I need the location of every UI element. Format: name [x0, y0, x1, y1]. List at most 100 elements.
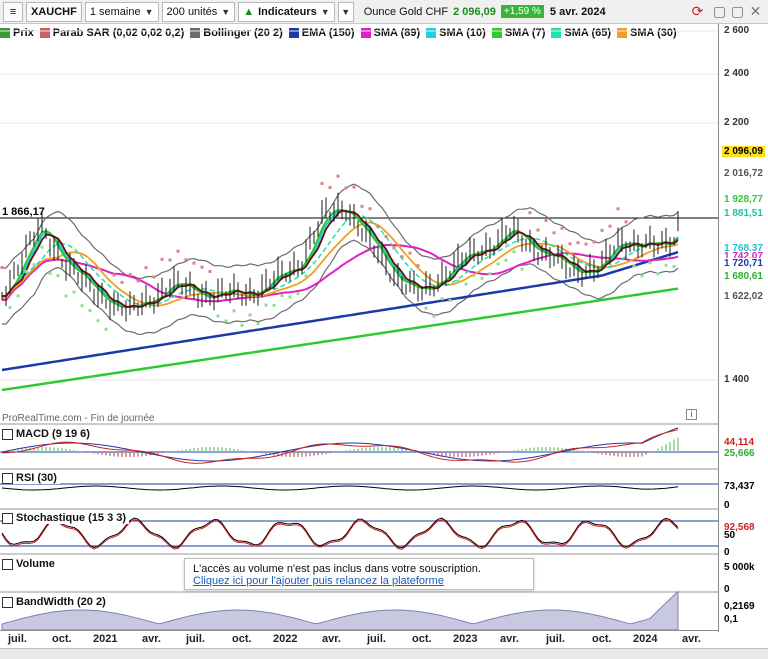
price-label: 2 096,09 — [722, 146, 765, 157]
sar-dot — [408, 251, 412, 255]
sar-dot — [192, 261, 196, 265]
time-tick: juil. — [186, 633, 205, 645]
panel-axis-value: 0 — [724, 500, 730, 511]
panel-axis-value: 25,666 — [724, 448, 755, 459]
time-tick: 2023 — [453, 633, 478, 645]
sar-dot — [72, 290, 76, 294]
sar-dot — [384, 235, 388, 239]
sar-dot — [552, 231, 556, 235]
volume-panel-title[interactable]: Volume — [2, 558, 58, 570]
sar-dot — [528, 211, 532, 215]
macd-title-text: MACD (9 19 6) — [16, 428, 90, 440]
time-axis[interactable]: juil. oct. 2021 avr. juil. oct. 2022 avr. juil. o… — [0, 630, 718, 646]
panel-axis-value: 5 000k — [724, 562, 755, 573]
sar-dot — [120, 280, 124, 284]
sar-dot — [136, 279, 140, 283]
sar-dot — [592, 240, 596, 244]
sar-dot — [352, 185, 356, 189]
sar-dot — [328, 186, 332, 190]
sar-dot — [240, 323, 244, 327]
price-label: 1 720,71 — [722, 258, 765, 270]
sar-dot — [104, 327, 108, 331]
time-tick: avr. — [500, 633, 519, 645]
sar-dot — [160, 257, 164, 261]
sar-dot — [256, 322, 260, 326]
panel-icon — [2, 596, 13, 608]
sar-dot — [168, 258, 172, 262]
rsi-line — [1, 485, 679, 491]
sar-dot — [488, 272, 492, 276]
time-tick: avr. — [142, 633, 161, 645]
time-tick: juil. — [546, 633, 565, 645]
panel-icon — [2, 428, 13, 440]
sar-dot — [208, 269, 212, 273]
bottom-toolbar — [0, 648, 768, 659]
sar-dot — [424, 306, 428, 310]
sar-dot — [472, 273, 476, 277]
sar-dot — [152, 275, 156, 279]
sar-dot — [360, 204, 364, 208]
sar-dot — [616, 207, 620, 211]
bandwidth-title-text: BandWidth (20 2) — [16, 596, 106, 608]
panel-axis-value: 0 — [724, 547, 730, 558]
sar-dot — [96, 319, 100, 323]
stoch-title-text: Stochastique (15 3 3) — [16, 512, 127, 524]
sar-dot — [296, 292, 300, 296]
sar-dot — [16, 294, 20, 298]
sar-dot — [600, 228, 604, 232]
stoch-panel-title[interactable]: Stochastique (15 3 3) — [2, 512, 130, 524]
sma-long-line — [1, 287, 679, 392]
sar-dot — [416, 264, 420, 268]
sar-dot — [464, 282, 468, 286]
panel-axis-value: 73,437 — [724, 481, 755, 492]
sar-dot — [400, 255, 404, 259]
price-axis[interactable]: 2 600 2 400 2 200 1 400 2 096,09 2 016,72 1 92… — [718, 24, 768, 632]
stoch-d-line — [1, 519, 679, 550]
macd-signal-line — [1, 429, 679, 464]
sar-dot — [560, 226, 564, 230]
time-tick: 2022 — [273, 633, 298, 645]
notice-link[interactable]: Cliquez ici pour l'ajouter puis relancez… — [193, 575, 525, 587]
sar-dot — [456, 279, 460, 283]
sar-dot — [224, 319, 228, 323]
panel-icon — [2, 512, 13, 524]
sar-dot — [248, 313, 252, 317]
price-tick: 1 400 — [724, 374, 750, 385]
sar-dot — [200, 265, 204, 269]
macd-panel-title[interactable]: MACD (9 19 6) — [2, 428, 93, 440]
sar-dot — [568, 242, 572, 246]
sar-dot — [504, 258, 508, 262]
sar-dot — [0, 266, 4, 269]
time-tick: 2024 — [633, 633, 658, 645]
sar-dot — [56, 274, 60, 278]
panel-axis-value: 0 — [724, 584, 730, 595]
close-icon[interactable]: ✕ — [748, 4, 763, 19]
sar-dot — [624, 220, 628, 224]
sar-dot — [480, 276, 484, 280]
sar-dot — [128, 273, 132, 277]
maximize-icon[interactable]: ▢ — [730, 4, 745, 19]
sar-dot — [144, 266, 148, 270]
sar-dot — [344, 186, 348, 190]
chart-window: ≡ XAUCHF 1 semaine ▼ 200 unités ▼ ▲ Indi… — [0, 0, 768, 659]
sar-dot — [368, 207, 372, 211]
price-chart[interactable]: 1 866,17 — [0, 0, 718, 632]
sar-dot — [512, 250, 516, 254]
panel-axis-value: 44,114 — [724, 437, 755, 448]
rsi-panel-title[interactable]: RSI (30) — [2, 472, 60, 484]
sar-dot — [24, 270, 28, 274]
price-label: 1 928,77 — [722, 193, 765, 205]
watermark: ProRealTime.com - Fin de journée — [2, 413, 155, 424]
bandwidth-panel-title[interactable]: BandWidth (20 2) — [2, 596, 109, 608]
info-icon[interactable]: i — [686, 409, 697, 420]
time-tick: juil. — [367, 633, 386, 645]
sar-dot — [216, 314, 220, 318]
panel-axis-value: 0,2169 — [724, 601, 755, 612]
sar-dot — [64, 294, 68, 298]
sar-dot — [88, 309, 92, 313]
sar-dot — [656, 272, 660, 276]
sar-dot — [584, 242, 588, 246]
time-tick: oct. — [412, 633, 432, 645]
sar-dot — [336, 174, 340, 178]
price-label: 1 680,61 — [722, 271, 765, 282]
